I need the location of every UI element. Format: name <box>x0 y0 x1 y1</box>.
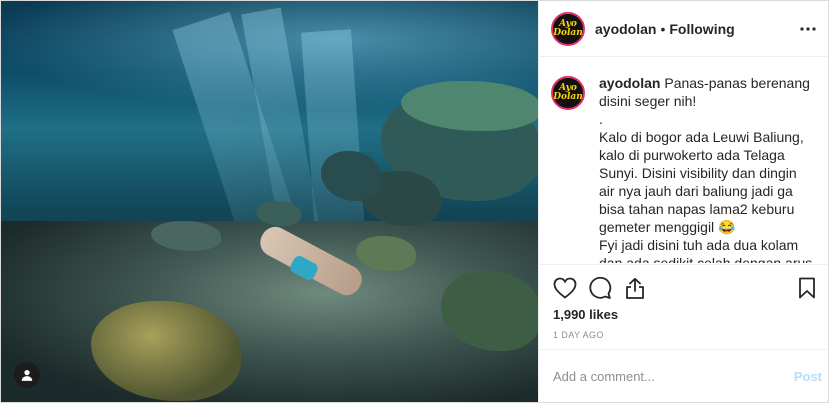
save-button[interactable] <box>795 276 819 300</box>
comment-button[interactable] <box>588 276 612 300</box>
action-bar <box>553 275 819 301</box>
comment-form: Post <box>539 349 829 402</box>
avatar-logo-text: Ayo Dolan <box>553 18 583 38</box>
caption-line: Fyi jadi disini tuh ada dua kolam dan ad… <box>599 237 813 263</box>
avatar-logo-text: Ayo Dolan <box>553 83 583 102</box>
instagram-post: Ayo Dolan ayodolan • Following Ayo Dolan… <box>0 0 829 403</box>
caption-avatar[interactable]: Ayo Dolan <box>551 76 585 110</box>
caption-username-link[interactable]: ayodolan <box>599 75 660 91</box>
post-header: Ayo Dolan ayodolan • Following <box>539 1 829 57</box>
following-button[interactable]: Following <box>669 21 734 37</box>
like-button[interactable] <box>553 276 577 300</box>
more-options-button[interactable] <box>800 21 816 37</box>
post-timestamp[interactable]: 1 DAY AGO <box>553 330 604 340</box>
post-comment-button[interactable]: Post <box>794 369 822 384</box>
user-tag-icon <box>21 370 33 381</box>
share-icon <box>626 277 644 299</box>
username-link[interactable]: ayodolan <box>595 21 656 37</box>
caption: Ayo Dolan ayodolan Panas-panas berenang … <box>539 58 829 263</box>
bookmark-icon <box>799 277 815 299</box>
caption-line: Kalo di bogor ada Leuwi Baliung, kalo di… <box>599 129 804 235</box>
comment-input[interactable] <box>553 368 773 384</box>
heart-icon <box>553 277 577 299</box>
likes-count[interactable]: 1,990 likes <box>553 307 618 322</box>
share-button[interactable] <box>623 276 647 300</box>
actions-section: 1,990 likes 1 DAY AGO <box>539 264 829 349</box>
caption-line: . <box>599 111 603 127</box>
separator-dot: • <box>660 20 666 37</box>
comment-icon <box>589 276 612 299</box>
post-sidebar: Ayo Dolan ayodolan • Following Ayo Dolan… <box>538 1 829 402</box>
caption-text: ayodolan Panas-panas berenang disini seg… <box>599 74 816 263</box>
avatar[interactable]: Ayo Dolan <box>551 11 585 46</box>
post-photo[interactable] <box>1 1 538 402</box>
tagged-users-button[interactable] <box>14 362 40 388</box>
more-icon <box>800 26 816 31</box>
